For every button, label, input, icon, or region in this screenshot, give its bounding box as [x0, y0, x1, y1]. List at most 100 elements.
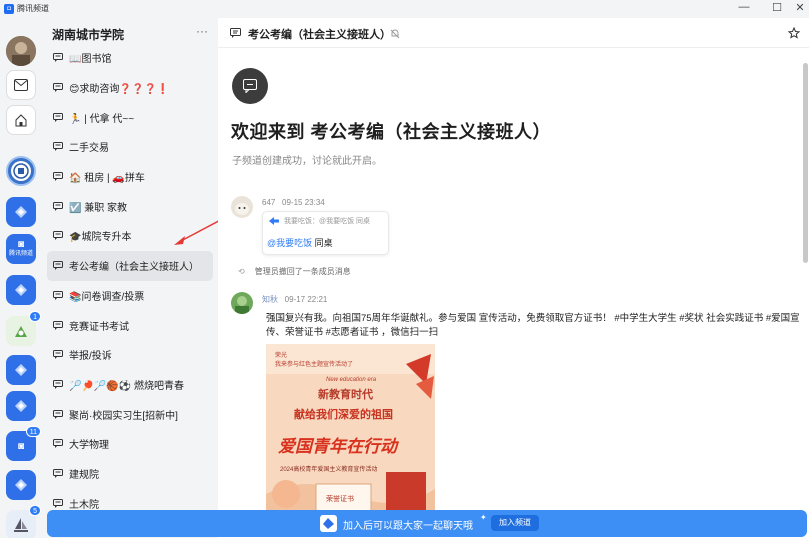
chat-panel: 考公考编（社会主义接班人） 欢迎来到 考公考编（社会主义接班人） 子频道创建成功…	[218, 18, 809, 538]
author-name: 647	[262, 198, 276, 207]
mute-bell-icon[interactable]	[390, 29, 400, 39]
channel-item[interactable]: 二手交易	[47, 132, 213, 162]
guild-tencent-channel[interactable]: ◙ 11	[6, 426, 41, 461]
poster-cert: 荣誉证书	[326, 496, 354, 503]
text-channel-icon	[53, 201, 63, 211]
guild-item[interactable]	[6, 275, 36, 305]
channel-item[interactable]: 🏠 租房 | 🚗拼车	[47, 162, 213, 192]
text-channel-icon	[53, 142, 63, 152]
guild-thumb-icon	[323, 518, 334, 529]
channel-label: 二手交易	[69, 143, 109, 155]
poster-org-sub: 我来参与红色主题宣传活动了	[275, 362, 354, 368]
app-name: 腾讯频道	[17, 4, 49, 13]
sparkle-icon: ✦	[480, 513, 487, 522]
channel-item[interactable]: 建规院	[47, 459, 213, 489]
guild-item[interactable]	[6, 355, 36, 385]
poster-activity: 2024高校青年爱国主义教育宣传活动	[280, 467, 378, 473]
home-icon	[15, 114, 27, 127]
guild-logo-icon	[15, 284, 27, 296]
guild-tencent-channel[interactable]: ◙ 腾讯频道	[6, 234, 36, 264]
user-avatar[interactable]	[6, 36, 36, 66]
tencent-channel-logo-icon: ◘	[4, 3, 14, 14]
guild-name: 湖南城市学院	[52, 28, 125, 42]
channel-label: 🎓城院专升本	[69, 232, 132, 244]
channel-label: 🏃 | 代拿 代~~	[69, 113, 135, 125]
guild-label: ◙ 腾讯频道	[8, 238, 33, 258]
channel-label: 🏸🏓🏸🏀⚽ 燃烧吧青春	[69, 380, 185, 392]
text-channel-icon	[53, 350, 63, 360]
channel-label: 土木院	[69, 499, 99, 511]
channel-label: 📖图书馆	[69, 54, 112, 66]
guild-label-text: 腾讯频道	[8, 250, 33, 257]
guild-logo-icon	[15, 479, 27, 491]
poster-headline: 献给我们深爱的祖国	[294, 409, 393, 421]
message-time: 09-15 23:34	[282, 198, 325, 207]
school-emblem-icon	[11, 161, 31, 181]
unread-badge: 11	[25, 426, 41, 437]
channel-item[interactable]: 📖图书馆	[47, 43, 213, 73]
maximize-button[interactable]: ☐	[767, 1, 787, 14]
text-channel-icon	[53, 439, 63, 449]
poster-en: New education era	[326, 377, 377, 383]
channel-item[interactable]: 📚问卷调查/投票	[47, 281, 213, 311]
guild-more-button[interactable]: ···	[196, 24, 208, 38]
channel-title: 考公考编（社会主义接班人）	[248, 29, 391, 41]
author-name: 知秋	[262, 295, 278, 304]
revoke-icon: ⟲	[238, 267, 245, 276]
message-time: 09-17 22:21	[284, 295, 328, 304]
scrollbar[interactable]	[803, 63, 808, 263]
app-logo: ◘ 腾讯频道	[4, 3, 49, 14]
guild-item[interactable]	[6, 470, 36, 500]
channel-label: 聚尚·校园实习生[招新中]	[69, 410, 178, 422]
title-bar: ◘ 腾讯频道 — ☐ ✕	[0, 0, 809, 18]
tencent-channel-icon: ◙	[17, 238, 25, 250]
mention-link[interactable]: @我要吃饭	[267, 238, 312, 248]
star-icon[interactable]	[788, 27, 800, 39]
sailboat-icon	[14, 518, 28, 532]
close-button[interactable]: ✕	[790, 1, 809, 14]
join-prompt: 加入后可以跟大家一起聊天哦	[343, 521, 473, 532]
guild-item[interactable]: 5	[6, 505, 41, 538]
guild-logo-icon	[15, 400, 27, 412]
channel-item[interactable]: 聚尚·校园实习生[招新中]	[47, 399, 213, 429]
message-text: 强国复兴有我。向祖国75周年华诞献礼。参与爱国 宣传活动，免费领取官方证书！ #…	[266, 313, 800, 338]
guild-hnu-city[interactable]	[6, 156, 36, 186]
minimize-button[interactable]: —	[734, 1, 754, 13]
join-bar: 加入后可以跟大家一起聊天哦 ✦ 加入频道	[47, 510, 807, 537]
channel-item[interactable]: 举报/投诉	[47, 340, 213, 370]
guild-item[interactable]	[6, 391, 36, 421]
poster-org-line: 荣光	[275, 353, 288, 359]
channel-item[interactable]: 🏸🏓🏸🏀⚽ 燃烧吧青春	[47, 370, 213, 400]
guild-item[interactable]	[6, 197, 36, 227]
channel-label: 🏠 租房 | 🚗拼车	[69, 173, 145, 185]
guild-logo-icon	[15, 206, 27, 218]
channel-label: 举报/投诉	[69, 351, 112, 363]
channel-label: 大学物理	[69, 440, 109, 452]
welcome-title: 欢迎来到 考公考编（社会主义接班人）	[231, 122, 551, 142]
message-bubble: 我要吃饭：@我要吃饭 同桌 @我要吃饭 同桌	[262, 211, 389, 255]
avatar[interactable]	[231, 292, 253, 314]
channel-item[interactable]: 🏃 | 代拿 代~~	[47, 102, 213, 132]
guild-item[interactable]: 1	[6, 311, 41, 346]
message-author: 知秋 09-17 22:21	[262, 294, 327, 305]
system-notice-text: 管理员撤回了一条成员消息	[254, 267, 351, 276]
channel-item[interactable]: 😊求助咨询❓❓❓❗	[47, 73, 213, 103]
tencent-channel-icon: ◙	[17, 440, 25, 452]
text-channel-icon	[53, 112, 63, 122]
text-channel-icon	[53, 290, 63, 300]
mail-icon	[14, 79, 28, 91]
text-channel-icon	[53, 83, 63, 93]
channel-item[interactable]: 考公考编（社会主义接班人）	[47, 250, 213, 281]
home-button[interactable]	[6, 105, 36, 135]
join-channel-button[interactable]: 加入频道	[491, 515, 539, 531]
channel-label: 📚问卷调查/投票	[69, 291, 145, 303]
text-channel-icon	[53, 409, 63, 419]
avatar[interactable]	[231, 196, 253, 218]
poster-image[interactable]: 荣光 我来参与红色主题宣传活动了 New education era 新教育时代 …	[266, 344, 435, 516]
channel-item[interactable]: 大学物理	[47, 429, 213, 459]
guild-logo-icon	[15, 326, 27, 337]
messages-button[interactable]	[6, 70, 36, 100]
channel-item[interactable]: 竞赛证书考试	[47, 310, 213, 340]
message-text: @我要吃饭 同桌	[267, 236, 333, 249]
text-channel-icon	[230, 28, 241, 38]
